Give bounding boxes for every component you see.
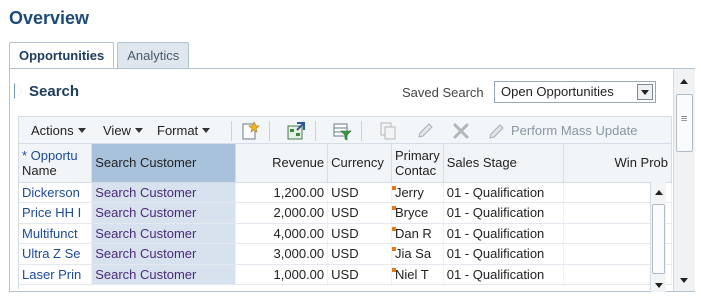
format-menu[interactable]: Format [157,123,211,138]
primary-contact-cell[interactable]: Jia Sa [391,243,444,265]
primary-contact-cell[interactable]: Niel T [391,264,444,285]
page-title: Overview [9,8,90,28]
primary-contact-cell[interactable]: Jerry [391,182,444,203]
customer-cell[interactable]: Search Customer [91,243,236,265]
col-header-win-probability[interactable]: Win Prob [563,144,672,183]
table-scroll-thumb[interactable] [652,204,665,274]
currency-cell: USD [327,202,392,224]
col-header-currency[interactable]: Currency [327,144,392,183]
format-menu-label: Format [157,123,199,138]
currency-cell: USD [327,223,392,244]
create-icon[interactable] [240,121,260,141]
perform-mass-update-button: Perform Mass Update [511,123,638,138]
sales-stage-cell: 01 - Qualification [443,223,565,244]
search-header: Search Saved Search Open Opportunities [10,69,674,115]
search-title: Search [29,83,80,100]
opportunities-table: * Opportu Name Search Customer Revenue Cu… [18,144,672,289]
opportunity-name-link[interactable]: Dickerson [19,182,93,203]
export-excel-icon[interactable] [286,121,306,141]
table-row[interactable]: Laser Prin Search Customer 1,000.00 USD … [19,264,672,285]
toolbar-divider [231,121,232,141]
saved-search-select[interactable]: Open Opportunities [494,81,656,103]
filter-icon[interactable] [332,121,352,141]
table-row[interactable]: Dickerson Search Customer 1,200.00 USD J… [19,182,672,203]
currency-cell: USD [327,243,392,265]
duplicate-icon [380,122,396,140]
primary-contact-cell[interactable]: Dan R [391,223,444,244]
chevron-down-icon[interactable] [637,84,653,100]
opportunity-name-link[interactable]: Multifunct [19,223,93,244]
tab-bar: Opportunities Analytics [9,42,192,70]
scroll-up-arrow-icon[interactable] [655,190,663,195]
sales-stage-cell: 01 - Qualification [443,243,565,265]
col-header-search-customer[interactable]: Search Customer [91,144,236,183]
panel-scroll-thumb[interactable] [676,94,693,152]
actions-menu-label: Actions [31,123,74,138]
col-header-revenue[interactable]: Revenue [235,144,329,183]
opportunities-panel: Search Saved Search Open Opportunities A… [9,68,695,292]
tab-analytics[interactable]: Analytics [117,42,190,69]
revenue-cell: 1,200.00 [235,182,329,203]
revenue-cell: 2,000.00 [235,202,329,224]
col-header-opportunity-name[interactable]: * Opportu Name [19,144,93,183]
currency-cell: USD [327,182,392,203]
opportunity-name-link[interactable]: Laser Prin [19,264,93,285]
sales-stage-cell: 01 - Qualification [443,182,565,203]
customer-cell[interactable]: Search Customer [91,223,236,244]
revenue-cell: 4,000.00 [235,223,329,244]
col-header-primary-contact[interactable]: Primary Contac [391,144,444,183]
scroll-down-arrow-icon[interactable] [680,278,688,283]
table-row[interactable]: Price HH I Search Customer 2,000.00 USD … [19,202,672,224]
primary-contact-cell[interactable]: Bryce [391,202,444,224]
opportunity-name-link[interactable]: Price HH I [19,202,93,224]
view-menu-label: View [103,123,131,138]
saved-search-value: Open Opportunities [501,84,614,99]
actions-menu[interactable]: Actions [31,123,86,138]
caret-down-icon [77,128,86,133]
tab-opportunities[interactable]: Opportunities [9,42,115,70]
panel-vertical-scrollbar[interactable] [673,69,695,291]
table-header-row: * Opportu Name Search Customer Revenue Cu… [19,144,672,183]
view-menu[interactable]: View [103,123,143,138]
customer-cell[interactable]: Search Customer [91,202,236,224]
sales-stage-cell: 01 - Qualification [443,202,565,224]
scroll-up-arrow-icon[interactable] [680,79,688,84]
toolbar-divider [361,121,362,141]
table-toolbar: Actions View Format Perform Mass Update [18,116,672,144]
toolbar-divider [315,121,316,141]
scroll-down-arrow-icon[interactable] [655,283,663,288]
sales-stage-cell: 01 - Qualification [443,264,565,285]
revenue-cell: 3,000.00 [235,243,329,265]
search-section-toggle[interactable]: Search [14,83,80,100]
caret-down-icon [202,128,211,133]
table-vertical-scrollbar[interactable] [650,182,666,292]
saved-search-label: Saved Search [402,85,484,100]
opportunity-name-link[interactable]: Ultra Z Se [19,243,93,265]
customer-cell[interactable]: Search Customer [91,264,236,285]
table-row[interactable]: Multifunct Search Customer 4,000.00 USD … [19,223,672,244]
delete-x-icon [453,123,469,139]
caret-down-icon [134,128,143,133]
edit-pencil-icon [418,123,433,138]
table-row[interactable]: Ultra Z Se Search Customer 3,000.00 USD … [19,243,672,265]
currency-cell: USD [327,264,392,285]
mass-update-pencil-icon [489,124,504,139]
toolbar-divider [269,121,270,141]
customer-cell[interactable]: Search Customer [91,182,236,203]
col-header-sales-stage[interactable]: Sales Stage [443,144,565,183]
revenue-cell: 1,000.00 [235,264,329,285]
